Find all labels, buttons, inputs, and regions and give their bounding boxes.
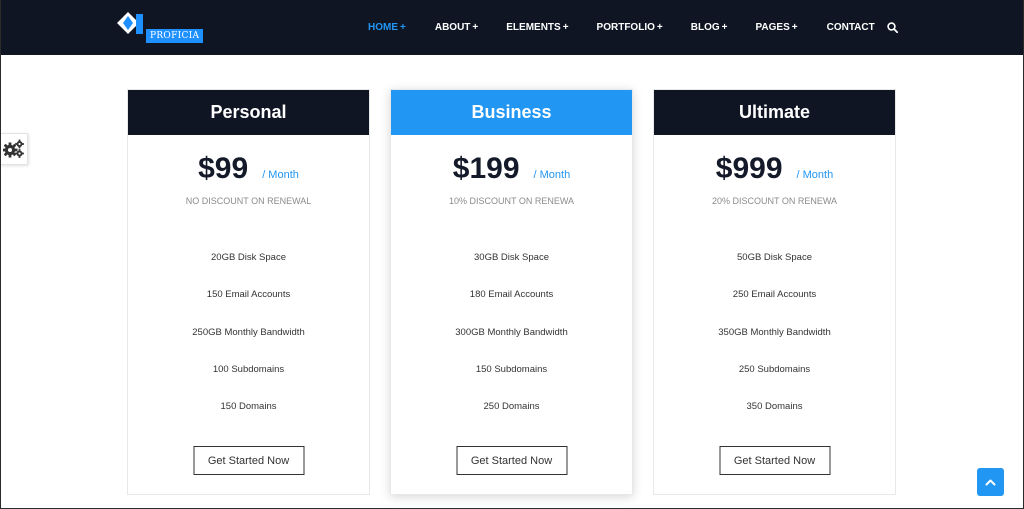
- nav-item-label: PORTFOLIO: [596, 22, 655, 33]
- get-started-button[interactable]: Get Started Now: [456, 446, 567, 475]
- nav-item-elements[interactable]: ELEMENTS +: [506, 22, 568, 33]
- feature-item: 150 Subdomains: [475, 363, 548, 375]
- feature-item: 250 Domains: [483, 401, 540, 413]
- feature-item: 150 Email Accounts: [206, 289, 291, 301]
- site-logo[interactable]: PROFICIA: [116, 11, 204, 45]
- plan-discount: 20% DISCOUNT ON RENEWA: [711, 196, 838, 206]
- site-header: PROFICIA HOME + ABOUT + ELEMENTS + PORTFOLI…: [0, 0, 1024, 55]
- nav-item-label: ABOUT: [434, 22, 471, 33]
- nav-item-portfolio[interactable]: PORTFOLIO +: [597, 22, 663, 33]
- plan-price: $999: [715, 152, 783, 185]
- plus-icon: +: [562, 22, 569, 33]
- plan-period: / Month: [262, 169, 299, 181]
- nav-item-label: BLOG: [690, 22, 720, 33]
- feature-item: 350 Domains: [746, 401, 803, 413]
- price-row: $199 / Month: [391, 152, 632, 186]
- plan-discount: NO DISCOUNT ON RENEWAL: [185, 196, 312, 206]
- nav-item-about[interactable]: ABOUT +: [435, 22, 478, 33]
- chevron-up-icon: [985, 479, 996, 486]
- feature-item: 20GB Disk Space: [211, 252, 286, 263]
- feature-item: 180 Email Accounts: [469, 289, 554, 301]
- plan-name: Personal: [128, 90, 369, 135]
- plus-icon: +: [400, 22, 406, 33]
- feature-item: 30GB Disk Space: [474, 252, 549, 263]
- nav-item-blog[interactable]: BLOG +: [691, 22, 728, 33]
- plus-icon: +: [721, 22, 728, 33]
- nav-item-label: ELEMENTS: [506, 22, 561, 33]
- plan-name: Business: [391, 90, 632, 135]
- price-row: $999 / Month: [654, 152, 895, 186]
- plan-price: $99: [198, 152, 249, 185]
- plan-name: Ultimate: [654, 90, 895, 135]
- feature-item: 350GB Monthly Bandwidth: [718, 326, 831, 338]
- logo-mark-icon: [117, 12, 143, 34]
- scroll-to-top-button[interactable]: [977, 468, 1004, 496]
- feature-item: 100 Subdomains: [212, 363, 285, 375]
- feature-item: 50GB Disk Space: [737, 252, 812, 263]
- plan-discount: 10% DISCOUNT ON RENEWA: [448, 196, 575, 206]
- main-nav: HOME + ABOUT + ELEMENTS + PORTFOLIO + BLOG + …: [368, 0, 875, 55]
- plan-period: / Month: [533, 169, 571, 181]
- search-icon[interactable]: [887, 22, 898, 33]
- nav-item-home[interactable]: HOME +: [368, 22, 406, 33]
- nav-item-label: PAGES: [755, 22, 790, 33]
- nav-item-pages[interactable]: PAGES +: [755, 22, 797, 33]
- gear-icon: [2, 139, 24, 158]
- feature-item: 250GB Monthly Bandwidth: [192, 326, 305, 338]
- plus-icon: +: [472, 22, 479, 33]
- nav-item-label: CONTACT: [826, 22, 875, 33]
- feature-item: 250 Subdomains: [738, 363, 811, 375]
- get-started-button[interactable]: Get Started Now: [719, 446, 830, 475]
- nav-item-contact[interactable]: CONTACT: [827, 22, 875, 33]
- plan-period: / Month: [796, 169, 834, 181]
- plus-icon: +: [656, 22, 663, 33]
- logo-wordmark: PROFICIA: [146, 29, 204, 43]
- pricing-card-business: Business $199 / Month 10% DISCOUNT ON RE…: [390, 89, 633, 495]
- plan-price: $199: [452, 152, 520, 185]
- feature-item: 250 Email Accounts: [732, 289, 817, 301]
- pricing-card-personal: Personal $99 / Month NO DISCOUNT ON RENE…: [127, 89, 370, 495]
- feature-item: 300GB Monthly Bandwidth: [455, 326, 568, 338]
- settings-toggle[interactable]: [0, 133, 28, 165]
- get-started-button[interactable]: Get Started Now: [193, 446, 304, 475]
- feature-item: 150 Domains: [220, 401, 277, 413]
- price-row: $99 / Month: [128, 152, 369, 186]
- plus-icon: +: [791, 22, 798, 33]
- pricing-card-ultimate: Ultimate $999 / Month 20% DISCOUNT ON RE…: [653, 89, 896, 495]
- feature-list: 30GB Disk Space 180 Email Accounts 300GB…: [391, 252, 632, 438]
- feature-list: 50GB Disk Space 250 Email Accounts 350GB…: [654, 252, 895, 438]
- nav-item-label: HOME: [368, 22, 398, 33]
- feature-list: 20GB Disk Space 150 Email Accounts 250GB…: [128, 252, 369, 438]
